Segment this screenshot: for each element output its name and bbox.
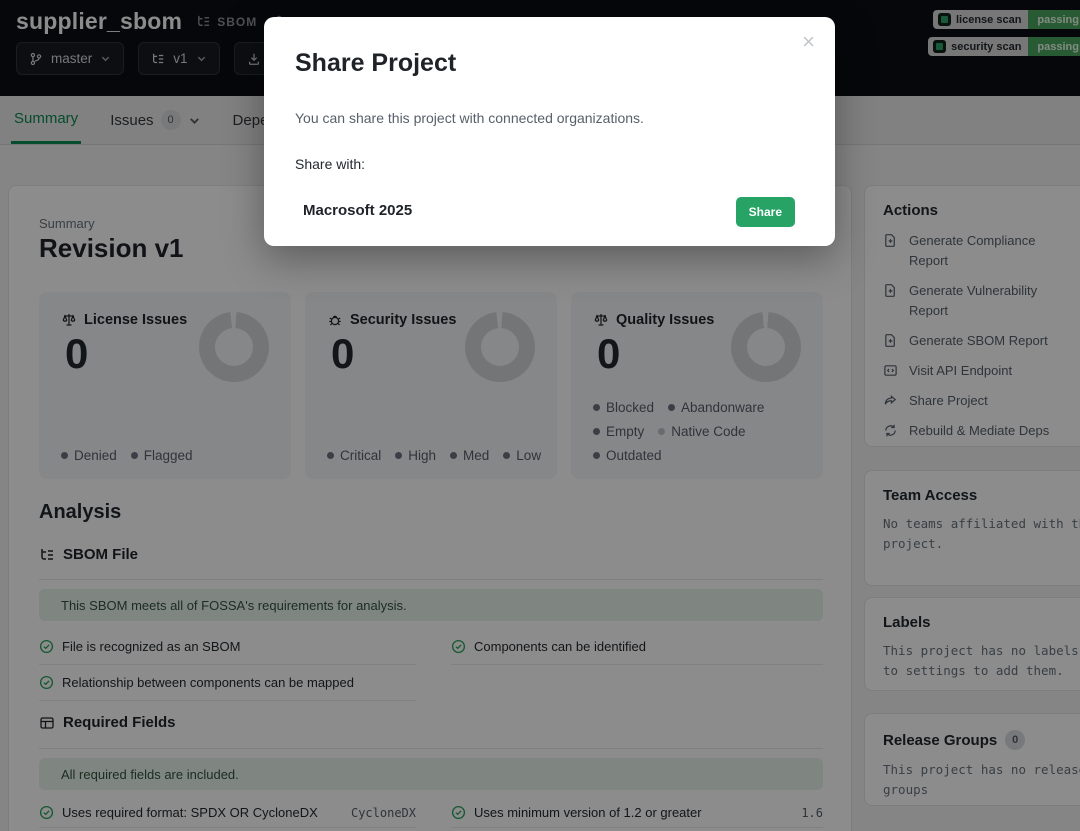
organization-name: Macrosoft 2025 <box>303 202 412 219</box>
share-with-label: Share with: <box>295 156 365 172</box>
close-icon[interactable]: × <box>802 31 815 53</box>
project-page: supplier_sbom SBOM master <box>0 0 1080 831</box>
share-button[interactable]: Share <box>736 197 795 227</box>
share-project-modal: × Share Project You can share this proje… <box>264 17 835 246</box>
modal-title: Share Project <box>295 49 456 78</box>
modal-description: You can share this project with connecte… <box>295 110 644 126</box>
